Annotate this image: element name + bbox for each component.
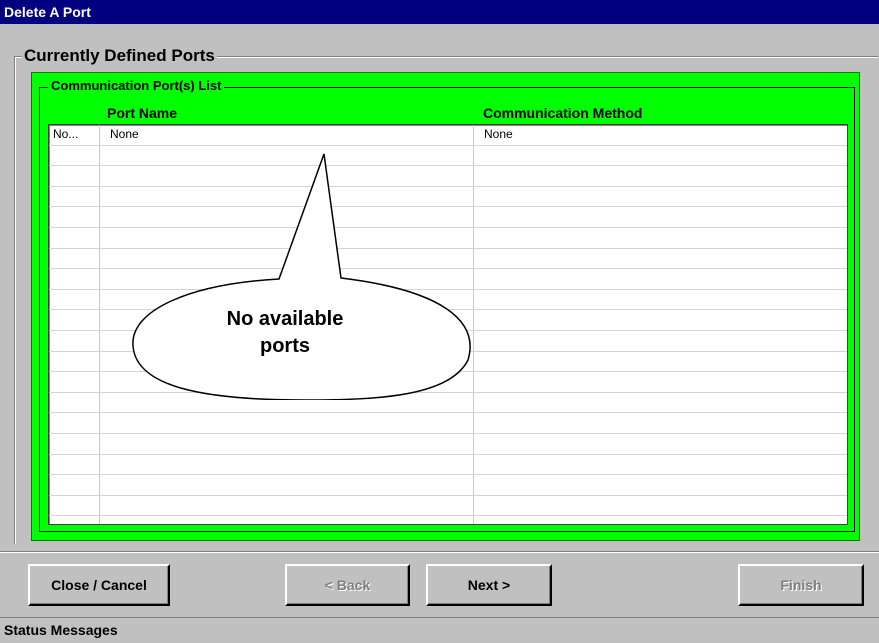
- group-label: Currently Defined Ports: [22, 44, 217, 68]
- empty-row: [49, 166, 847, 187]
- column-header-port-name: Port Name: [107, 105, 178, 121]
- close-cancel-button[interactable]: Close / Cancel: [28, 564, 170, 606]
- empty-row: [49, 269, 847, 290]
- window-title: Delete A Port: [0, 0, 879, 24]
- communication-method-cell: None: [484, 127, 513, 141]
- empty-row: [49, 187, 847, 208]
- empty-row: [49, 496, 847, 517]
- callout-text: No available ports: [185, 306, 385, 360]
- table-row[interactable]: No... None None: [49, 125, 847, 146]
- back-button[interactable]: < Back: [285, 564, 410, 606]
- empty-row: [49, 249, 847, 270]
- status-messages: Status Messages: [0, 617, 879, 643]
- empty-row: [49, 475, 847, 496]
- empty-row: [49, 331, 847, 352]
- empty-row: [49, 393, 847, 414]
- next-button[interactable]: Next >: [426, 564, 552, 606]
- empty-row: [49, 310, 847, 331]
- empty-row: [49, 290, 847, 311]
- port-list[interactable]: No... None None: [48, 124, 848, 525]
- empty-row: [49, 455, 847, 476]
- empty-row: [49, 228, 847, 249]
- empty-row: [49, 207, 847, 228]
- empty-row: [49, 372, 847, 393]
- callout-line-1: No available: [226, 308, 344, 330]
- callout-line-2: ports: [260, 335, 310, 357]
- column-header-communication-method: Communication Method: [483, 105, 643, 121]
- port-number-cell: No...: [53, 127, 79, 141]
- empty-row: [49, 413, 847, 434]
- port-name-cell: None: [110, 127, 139, 141]
- empty-row: [49, 352, 847, 373]
- empty-row: [49, 146, 847, 167]
- divider: [0, 551, 879, 553]
- empty-row: [49, 434, 847, 455]
- finish-button[interactable]: Finish: [738, 564, 864, 606]
- list-group-label: Communication Port(s) List: [48, 77, 225, 95]
